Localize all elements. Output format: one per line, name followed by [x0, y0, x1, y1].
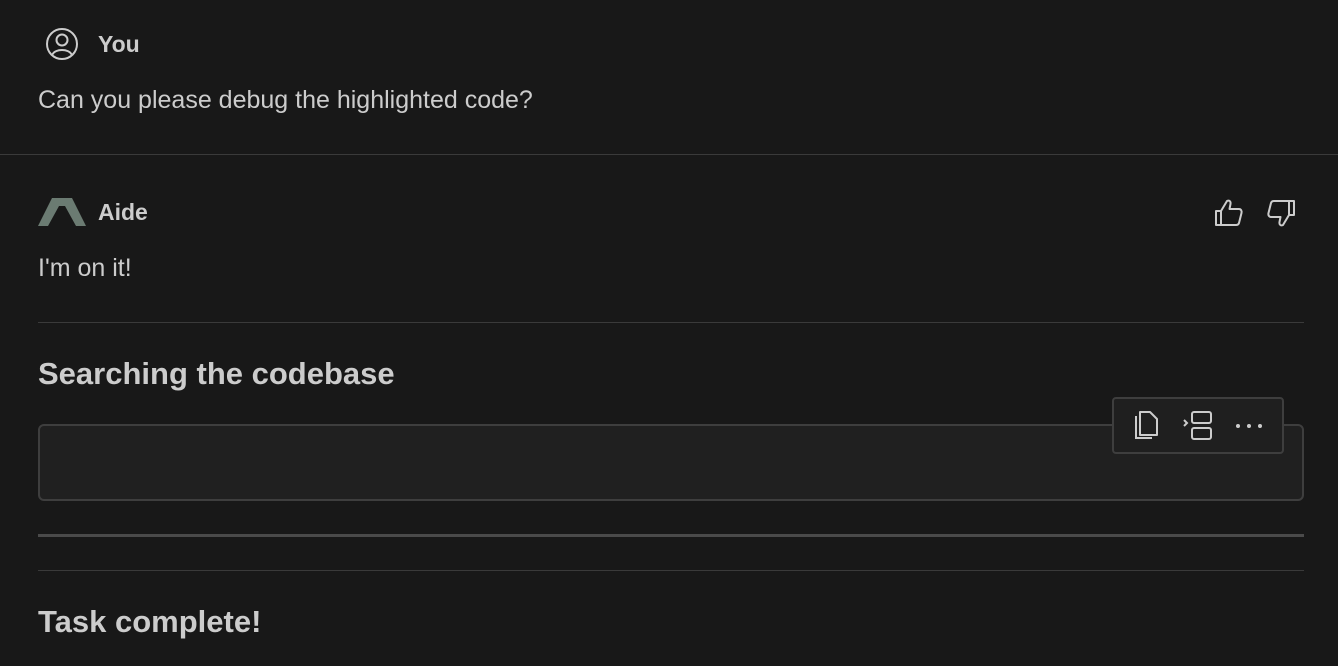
user-message-text: Can you please debug the highlighted cod… — [38, 86, 533, 114]
assistant-author-name: Aide — [98, 199, 148, 225]
divider — [38, 322, 1304, 323]
section-heading-searching: Searching the codebase — [38, 356, 395, 391]
account-circle-icon — [45, 27, 79, 61]
divider — [38, 534, 1304, 537]
divider — [38, 570, 1304, 571]
user-message: You Can you please debug the highlighted… — [0, 0, 1338, 155]
more-icon[interactable] — [1229, 406, 1269, 446]
thumbs-up-icon[interactable] — [1212, 196, 1246, 230]
user-author-name: You — [98, 31, 140, 57]
assistant-message-text: I'm on it! — [38, 254, 132, 282]
chat-panel: You Can you please debug the highlighted… — [0, 0, 1338, 666]
section-heading-task-complete: Task complete! — [38, 604, 262, 639]
insert-at-cursor-icon[interactable] — [1178, 406, 1218, 446]
code-block-toolbar — [1112, 397, 1284, 454]
aide-logo-icon — [38, 198, 86, 226]
thumbs-down-icon[interactable] — [1264, 196, 1298, 230]
copy-icon[interactable] — [1127, 406, 1167, 446]
